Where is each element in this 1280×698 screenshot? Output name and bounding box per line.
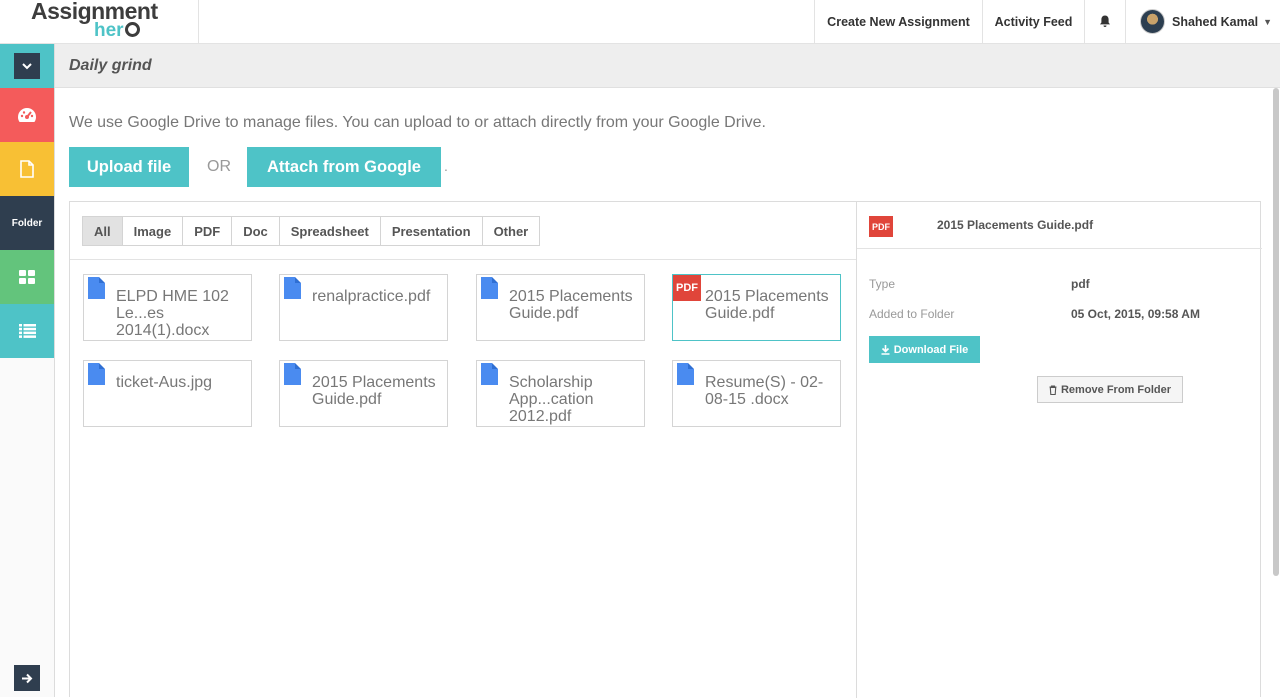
user-name: Shahed Kamal — [1172, 14, 1259, 29]
pdf-icon: PDF — [869, 216, 893, 237]
or-separator: OR — [207, 158, 231, 175]
filter-bar: All Image PDF Doc Spreadsheet Presentati… — [70, 202, 856, 260]
sidebar-expand-button[interactable] — [14, 665, 40, 691]
file-icon — [20, 160, 34, 178]
page-title: Daily grind — [69, 57, 152, 74]
panel-divider — [856, 202, 857, 698]
file-tile[interactable]: ELPD HME 102 Le...es 2014(1).docx — [83, 274, 252, 341]
assignment-hero-logo[interactable]: Assignment her — [0, 0, 199, 44]
doc-icon — [481, 363, 498, 385]
doc-icon — [677, 363, 694, 385]
chevron-down-icon — [14, 53, 40, 79]
file-name: ELPD HME 102 Le...es 2014(1).docx — [116, 288, 229, 339]
filter-other[interactable]: Other — [481, 216, 541, 246]
file-tile[interactable]: Scholarship App...cation 2012.pdf — [476, 360, 645, 427]
sidebar-item-dashboard[interactable] — [0, 88, 54, 142]
file-detail-title: 2015 Placements Guide.pdf — [937, 218, 1094, 232]
filter-doc[interactable]: Doc — [231, 216, 280, 246]
download-file-label: Download File — [893, 343, 969, 356]
sidebar-item-grid[interactable] — [0, 250, 54, 304]
sidebar-item-list[interactable] — [0, 304, 54, 358]
filter-all[interactable]: All — [82, 216, 123, 246]
user-menu[interactable]: Shahed Kamal ▼ — [1125, 0, 1280, 43]
dashboard-icon — [17, 107, 37, 123]
file-name: 2015 Placements Guide.pdf — [705, 288, 829, 322]
avatar — [1140, 9, 1165, 34]
file-tile-selected[interactable]: PDF 2015 Placements Guide.pdf — [672, 274, 841, 341]
grid-icon — [19, 270, 35, 284]
file-name: Resume(S) - 02-08-15 .docx — [705, 374, 824, 408]
notifications-button[interactable] — [1084, 0, 1125, 43]
filter-tabs: All Image PDF Doc Spreadsheet Presentati… — [82, 216, 541, 246]
logo-text-bottom-word: her — [94, 20, 124, 41]
remove-from-folder-label: Remove From Folder — [1060, 383, 1172, 396]
activity-feed-link[interactable]: Activity Feed — [982, 0, 1084, 43]
file-tile[interactable]: 2015 Placements Guide.pdf — [279, 360, 448, 427]
doc-icon — [88, 277, 105, 299]
doc-icon — [284, 363, 301, 385]
list-icon — [18, 324, 36, 338]
sidebar-item-files[interactable] — [0, 142, 54, 196]
page-title-bar: Daily grind — [55, 44, 1280, 88]
doc-icon — [88, 363, 105, 385]
sidebar-item-folder[interactable]: Folder — [0, 196, 54, 250]
logo-o-mark — [124, 22, 140, 37]
file-detail-header: PDF 2015 Placements Guide.pdf — [857, 202, 1262, 249]
download-file-button[interactable]: Download File — [869, 336, 980, 363]
doc-icon — [481, 277, 498, 299]
file-tile[interactable]: Resume(S) - 02-08-15 .docx — [672, 360, 841, 427]
file-name: 2015 Placements Guide.pdf — [312, 374, 436, 408]
upload-file-button[interactable]: Upload file — [69, 147, 189, 187]
doc-icon — [284, 277, 301, 299]
filter-spreadsheet[interactable]: Spreadsheet — [278, 216, 381, 246]
remove-from-folder-button[interactable]: Remove From Folder — [1037, 376, 1183, 403]
pdf-icon: PDF — [673, 275, 701, 301]
intro-text: We use Google Drive to manage files. You… — [69, 114, 766, 131]
filter-presentation[interactable]: Presentation — [379, 216, 483, 246]
file-tile[interactable]: ticket-Aus.jpg — [83, 360, 252, 427]
bell-icon — [1099, 15, 1111, 28]
arrow-right-icon — [21, 673, 33, 684]
sidebar: Folder — [0, 44, 55, 697]
download-icon — [881, 344, 890, 355]
top-navbar: Assignment her Create New Assignment Act… — [0, 0, 1280, 44]
file-name: Scholarship App...cation 2012.pdf — [509, 374, 594, 425]
filter-pdf[interactable]: PDF — [182, 216, 233, 246]
filter-image[interactable]: Image — [121, 216, 184, 246]
attach-from-google-button[interactable]: Attach from Google — [247, 147, 441, 187]
file-name: ticket-Aus.jpg — [116, 374, 213, 391]
caret-down-icon: ▼ — [1263, 16, 1273, 27]
file-tile[interactable]: 2015 Placements Guide.pdf — [476, 274, 645, 341]
trailing-dot: . — [444, 158, 448, 174]
file-tile[interactable]: renalpractice.pdf — [279, 274, 448, 341]
trash-icon — [1049, 384, 1057, 395]
logo-text-bottom: her — [94, 20, 140, 42]
added-label: Added to Folder — [869, 307, 955, 321]
added-value: 05 Oct, 2015, 09:58 AM — [1071, 307, 1200, 321]
type-label: Type — [869, 277, 896, 291]
sidebar-toggle[interactable] — [0, 44, 54, 88]
page-scrollbar[interactable] — [1273, 88, 1279, 576]
type-value: pdf — [1071, 277, 1090, 291]
file-name: renalpractice.pdf — [312, 288, 431, 305]
create-new-assignment-link[interactable]: Create New Assignment — [814, 0, 982, 43]
file-name: 2015 Placements Guide.pdf — [509, 288, 633, 322]
files-panel: All Image PDF Doc Spreadsheet Presentati… — [69, 201, 1262, 698]
